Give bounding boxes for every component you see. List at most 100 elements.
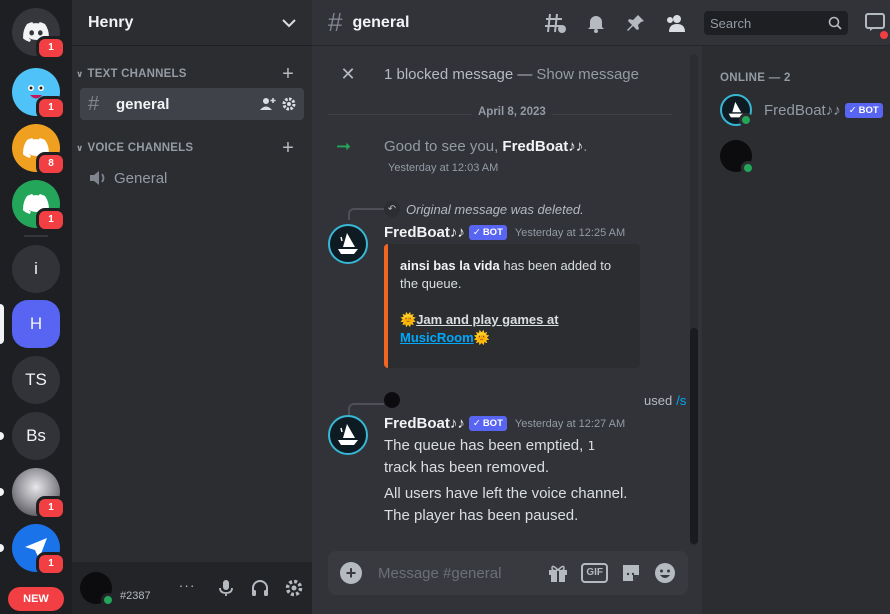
threads-icon[interactable] [544, 11, 568, 35]
online-status-icon [739, 113, 753, 127]
guild-header[interactable]: Henry [72, 0, 312, 46]
member-avatar [720, 94, 753, 127]
notification-badge: 1 [36, 496, 66, 520]
show-message-link[interactable]: Show message [536, 66, 639, 83]
reply-text: Original message was deleted. [406, 201, 584, 217]
channel-voice-general[interactable]: General [80, 162, 304, 194]
message-text: All users have left the voice channel. [384, 485, 628, 502]
bot-badge: ✓ BOT [844, 102, 883, 118]
category-text-channels[interactable]: ∨ TEXT CHANNELS + [76, 63, 304, 86]
bot-badge-label: BOT [482, 227, 503, 238]
reply-connector [348, 208, 384, 220]
fredboat-logo-icon [338, 233, 358, 254]
member-item-fredboat[interactable]: FredBoat♪♪ ✓ BOT [720, 94, 883, 127]
timestamp: Yesterday at 12:27 AM [514, 417, 626, 430]
embed-text: has been added to [503, 258, 612, 273]
unread-pill [0, 432, 4, 440]
member-list: ONLINE — 2 FredBoat♪♪ ✓ BOT [702, 46, 890, 614]
sticker-icon[interactable] [620, 562, 642, 584]
member-list-icon[interactable] [664, 11, 688, 35]
invite-member-icon[interactable] [260, 97, 276, 111]
join-username[interactable]: FredBoat♪♪ [502, 138, 583, 155]
bot-badge: ✓ BOT [468, 416, 507, 431]
server-icon-henry[interactable]: H [12, 300, 60, 348]
close-icon[interactable]: ✕ [336, 64, 360, 85]
join-prefix: Good to see you, [384, 138, 499, 155]
microphone-icon[interactable] [216, 578, 236, 598]
server-icon-face[interactable]: 1 [12, 68, 66, 120]
guild-name: Henry [88, 13, 134, 31]
message-composer[interactable]: + Message #general GIF [328, 551, 688, 595]
author-name[interactable]: FredBoat♪♪ [384, 224, 465, 241]
unread-pill [0, 544, 4, 552]
timestamp: Yesterday at 12:25 AM [514, 226, 626, 239]
join-suffix: . [583, 138, 588, 155]
embed-link-block: 🌞Jam and play games at MusicRoom🌞 [400, 311, 628, 347]
server-icon-anime[interactable]: 1 [12, 468, 66, 520]
message-text: The player has been paused. [384, 507, 579, 524]
channel-general[interactable]: # general [80, 88, 304, 120]
settings-gear-icon[interactable] [282, 97, 296, 111]
bot-avatar[interactable] [328, 224, 368, 264]
server-icon-discord[interactable]: 1 [12, 8, 66, 60]
bot-badge: ✓ BOT [468, 225, 507, 240]
category-voice-channels[interactable]: ∨ VOICE CHANNELS + [76, 137, 304, 160]
message-author-row: FredBoat♪♪ ✓ BOT Yesterday at 12:25 AM [384, 224, 625, 241]
message-input-placeholder[interactable]: Message #general [378, 565, 501, 582]
server-icon-plane[interactable]: 1 [12, 524, 66, 576]
gift-icon[interactable] [547, 562, 569, 584]
join-arrow-icon: ➞ [336, 136, 352, 156]
author-name[interactable]: FredBoat♪♪ [384, 415, 465, 432]
musicroom-link[interactable]: MusicRoom [400, 330, 474, 345]
server-icon-discord-green[interactable]: 1 [12, 180, 66, 232]
user-avatar[interactable] [80, 572, 115, 607]
invoker-avatar[interactable] [384, 392, 400, 408]
new-badge[interactable]: NEW [8, 587, 64, 611]
channel-name: General [114, 169, 168, 187]
timestamp: Yesterday at 12:03 AM [388, 162, 499, 174]
server-icon-i[interactable]: i [12, 245, 60, 293]
headphones-icon[interactable] [250, 578, 270, 598]
embed-card: ainsi bas la vida has been added to the … [384, 244, 640, 368]
server-icon-ts[interactable]: TS [12, 356, 60, 404]
server-icon-bs[interactable]: Bs [12, 412, 60, 460]
command-name[interactable]: /s [676, 393, 686, 408]
selected-server-pill [0, 304, 4, 344]
text-channel-icon: # [88, 92, 100, 115]
used-text: used [644, 393, 673, 408]
notification-badge: 1 [36, 208, 66, 232]
server-icon-discord-orange[interactable]: 8 [12, 124, 66, 176]
pin-icon[interactable] [624, 11, 648, 35]
rail-separator [24, 235, 48, 237]
notification-bell-icon[interactable] [584, 11, 608, 35]
gif-picker-button[interactable]: GIF [581, 563, 608, 583]
username-ellipsis: ··· [178, 577, 196, 593]
server-rail: 1 1 8 1 i H TS Bs 1 1 NEW [0, 0, 72, 614]
chat-panel: ✕ 1 blocked message — Show message April… [312, 0, 702, 614]
search-input[interactable]: Search [704, 11, 848, 35]
user-settings-gear-icon[interactable] [284, 578, 304, 598]
bot-avatar[interactable] [328, 415, 368, 455]
text-channel-icon: # [328, 7, 343, 37]
emoji-icon[interactable] [654, 562, 676, 584]
checkmark-icon: ✓ [472, 418, 481, 429]
embed-description: ainsi bas la vida has been added to [400, 257, 628, 275]
inbox-icon[interactable] [864, 11, 888, 39]
member-group-header: ONLINE — 2 [720, 72, 791, 84]
server-initials: i [34, 259, 38, 278]
member-item-user[interactable] [720, 140, 755, 175]
discord-app: 1 1 8 1 i H TS Bs 1 1 NEW Henry ∨ TEXT C… [0, 0, 890, 614]
user-panel: #2387 ··· [72, 562, 312, 614]
add-channel-icon[interactable]: + [282, 63, 294, 86]
checkmark-icon: ✓ [848, 104, 857, 116]
unread-pill [0, 488, 4, 496]
category-label: TEXT CHANNELS [87, 68, 187, 80]
notification-badge: 8 [36, 152, 66, 176]
embed-text-line: the queue. [400, 276, 462, 291]
add-attachment-icon[interactable]: + [340, 562, 362, 584]
add-channel-icon[interactable]: + [282, 137, 294, 160]
embed-link-text[interactable]: Jam and play games at [416, 312, 558, 327]
message-text: The queue has been emptied, [384, 437, 584, 454]
chevron-down-icon: ∨ [76, 142, 84, 153]
scrollbar-thumb[interactable] [690, 328, 698, 544]
